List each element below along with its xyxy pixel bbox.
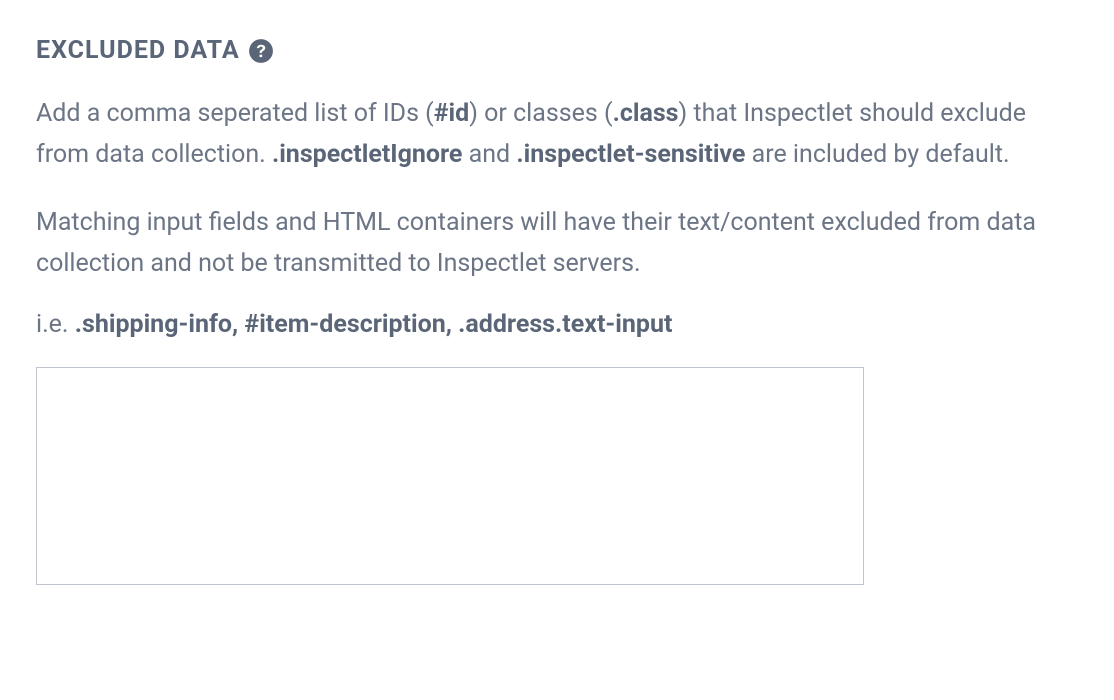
desc1-bold3: .inspectletIgnore [272, 140, 463, 169]
desc1-text1: Add a comma seperated list of IDs ( [36, 99, 434, 128]
excluded-data-title-text: EXCLUDED DATA [36, 36, 240, 65]
desc1-text5: are included by default. [745, 140, 1009, 169]
example-prefix: i.e. [36, 310, 75, 339]
description-paragraph-2: Matching input fields and HTML container… [36, 202, 1078, 285]
desc1-text2: ) or classes ( [469, 99, 612, 128]
excluded-data-heading: EXCLUDED DATA [36, 36, 1078, 65]
desc1-bold1: #id [434, 99, 470, 128]
description-paragraph-1: Add a comma seperated list of IDs (#id) … [36, 93, 1078, 176]
excluded-data-textarea[interactable] [36, 367, 864, 585]
desc1-text4: and [462, 140, 516, 169]
help-icon[interactable] [248, 38, 274, 64]
example-bold: .shipping-info, #item-description, .addr… [75, 310, 673, 339]
desc1-bold4: .inspectlet-sensitive [516, 140, 745, 169]
example-line: i.e. .shipping-info, #item-description, … [36, 310, 1078, 339]
desc1-bold2: .class [613, 99, 679, 128]
